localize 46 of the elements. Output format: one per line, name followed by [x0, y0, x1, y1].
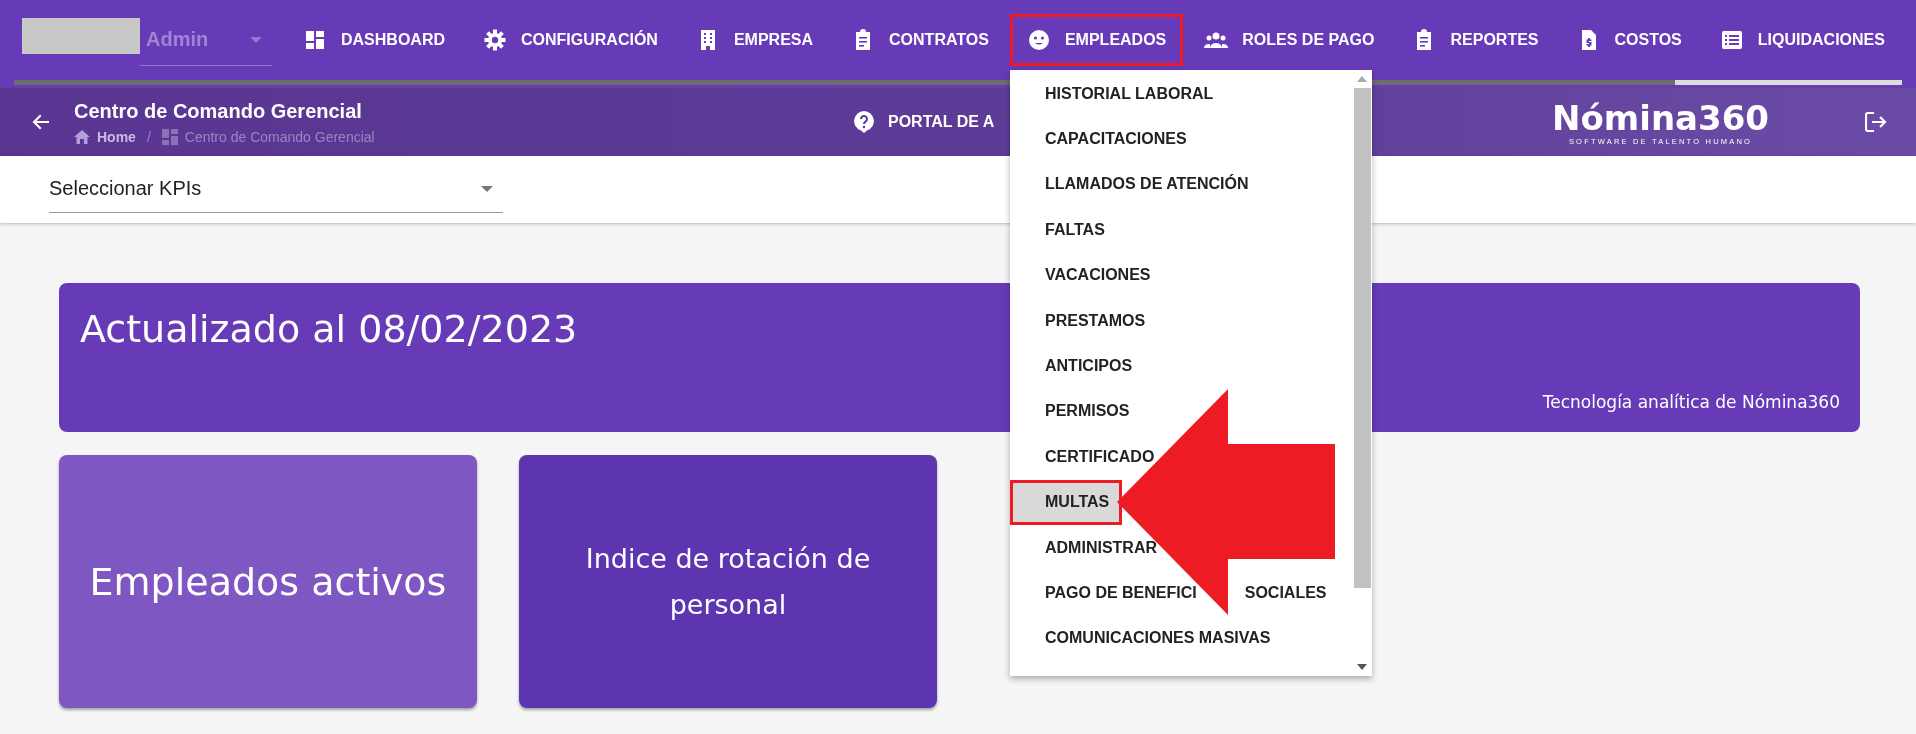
- nav-menu-item[interactable]: CONTRATOS: [834, 14, 1006, 66]
- face-icon: [1026, 28, 1051, 52]
- menu-item[interactable]: FALTAS: [1045, 220, 1105, 239]
- nav-menu-item[interactable]: ROLES DE PAGO: [1187, 14, 1392, 66]
- banner-title: Actualizado al 08/02/2023: [80, 307, 578, 351]
- portal-link[interactable]: PORTAL DE A: [888, 113, 995, 131]
- banner-caption: Tecnología analítica de Nómina360: [1542, 392, 1840, 412]
- nav-menu-item[interactable]: COSTOS: [1559, 14, 1699, 66]
- menu-item[interactable]: CAPACITACIONES: [1045, 130, 1187, 149]
- caret-icon: [481, 185, 493, 192]
- menu-item[interactable]: CERTIFICADO: [1045, 447, 1155, 466]
- breadcrumb-current: Centro de Comando Gerencial: [184, 128, 375, 145]
- menu-item[interactable]: PERMISOS: [1045, 402, 1130, 421]
- caret-icon: [250, 36, 262, 43]
- nav-menu-item[interactable]: LIQUIDACIONES: [1702, 14, 1902, 66]
- nav-menu-item[interactable]: CONFIGURACIÓN: [466, 14, 675, 66]
- menu-item[interactable]: COMUNICACIONES MASIVAS: [1045, 629, 1271, 648]
- menu-item[interactable]: SOCIALES: [1244, 584, 1327, 602]
- menu-item[interactable]: LLAMADOS DE ATENCIÓN: [1045, 175, 1249, 194]
- menu-item[interactable]: MULTAS: [1010, 479, 1123, 525]
- list-icon: [1719, 28, 1744, 52]
- menu-item[interactable]: VACACIONES: [1045, 266, 1151, 285]
- nav-menu-item[interactable]: EMPRESA: [678, 14, 831, 66]
- menu-item[interactable]: ADMINISTRAR: [1045, 538, 1157, 557]
- nav-menu-item[interactable]: EMPLEADOS: [1009, 14, 1184, 66]
- kpi-select[interactable]: Seleccionar KPIs: [49, 165, 503, 213]
- menu-item[interactable]: PAGO DE BENEFICI: [1045, 584, 1197, 602]
- gear-icon: [483, 28, 507, 52]
- menu-item[interactable]: HISTORIAL LABORAL: [1045, 84, 1214, 103]
- menu-item[interactable]: PRESTAMOS: [1045, 311, 1146, 330]
- kpi-card[interactable]: Empleados activos: [59, 455, 477, 708]
- dashboard-icon: [161, 128, 178, 145]
- back-arrow-icon[interactable]: [32, 113, 50, 131]
- nav-menu-item[interactable]: DASHBOARD: [286, 14, 462, 66]
- kpi-card[interactable]: Indice de rotación de personal: [519, 455, 937, 708]
- dashboard-icon: [303, 28, 327, 52]
- nav-menu-item[interactable]: REPORTES: [1395, 14, 1556, 66]
- page-title: Centro de Comando Gerencial: [74, 99, 363, 123]
- home-icon: [74, 129, 90, 144]
- logout-icon[interactable]: [1865, 112, 1887, 132]
- breadcrumb-separator: /: [146, 128, 151, 145]
- help-icon: [854, 111, 874, 133]
- scroll-down-icon[interactable]: [1357, 664, 1367, 670]
- menu-item[interactable]: ANTICIPOS: [1045, 357, 1133, 376]
- breadcrumb-link[interactable]: Home: [97, 128, 136, 145]
- scrollbar-thumb[interactable]: [1353, 88, 1371, 588]
